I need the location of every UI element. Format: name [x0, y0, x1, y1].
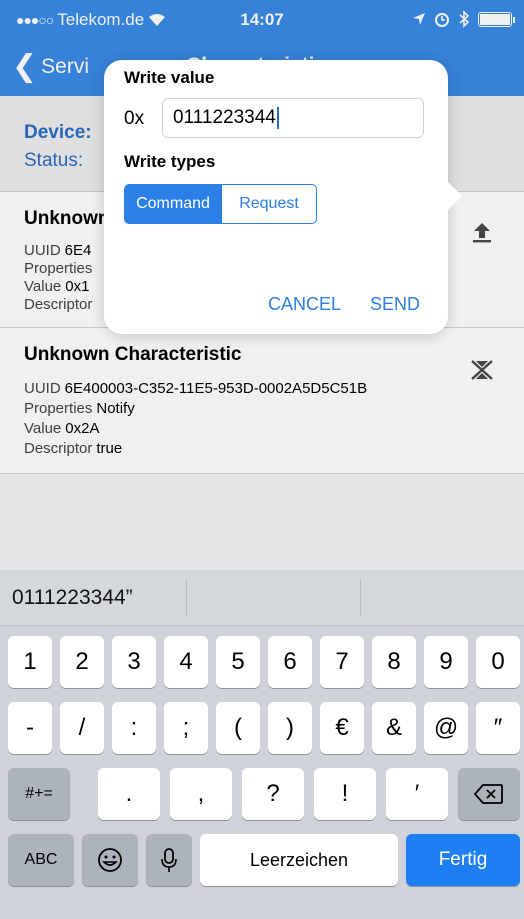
key-slash[interactable]: /	[60, 702, 104, 754]
write-types-title: Write types	[124, 152, 216, 171]
key-colon[interactable]: :	[112, 702, 156, 754]
key-hyphen[interactable]: -	[8, 702, 52, 754]
key-9[interactable]: 9	[424, 636, 468, 688]
key-ampersand[interactable]: &	[372, 702, 416, 754]
key-6[interactable]: 6	[268, 636, 312, 688]
key-2[interactable]: 2	[60, 636, 104, 688]
key-semicolon[interactable]: ;	[164, 702, 208, 754]
key-5[interactable]: 5	[216, 636, 260, 688]
symbols-key[interactable]: #+=	[8, 768, 70, 820]
segment-command[interactable]: Command	[125, 185, 221, 223]
emoji-icon	[98, 848, 122, 872]
key-at[interactable]: @	[424, 702, 468, 754]
segment-request[interactable]: Request	[221, 185, 316, 223]
key-euro[interactable]: €	[320, 702, 364, 754]
key-quote[interactable]: ″	[476, 702, 520, 754]
key-0[interactable]: 0	[476, 636, 520, 688]
suggestion-bar: 0111223344”	[0, 570, 524, 626]
send-button[interactable]: SEND	[370, 294, 420, 315]
emoji-key[interactable]	[82, 834, 138, 886]
dialog-title: Write value	[124, 68, 215, 87]
suggestion-divider	[360, 580, 361, 616]
dictation-key[interactable]	[146, 834, 192, 886]
key-1[interactable]: 1	[8, 636, 52, 688]
done-key[interactable]: Fertig	[406, 834, 520, 886]
cancel-button[interactable]: CANCEL	[268, 294, 341, 315]
key-comma[interactable]: ,	[170, 768, 232, 820]
key-paren-open[interactable]: (	[216, 702, 260, 754]
backspace-icon	[474, 784, 503, 804]
space-key[interactable]: Leerzeichen	[200, 834, 398, 886]
value-input-text: 0111223344	[173, 107, 276, 128]
suggestion-divider	[186, 580, 187, 616]
hex-prefix: 0x	[124, 108, 145, 129]
value-input[interactable]: 0111223344	[162, 98, 424, 138]
key-period[interactable]: .	[98, 768, 160, 820]
key-apostrophe[interactable]: ′	[386, 768, 448, 820]
write-value-dialog: Write value 0x 0111223344 Write types Co…	[104, 60, 462, 334]
key-8[interactable]: 8	[372, 636, 416, 688]
popover-arrow	[448, 182, 462, 210]
microphone-icon	[161, 848, 177, 872]
key-exclamation[interactable]: !	[314, 768, 376, 820]
key-4[interactable]: 4	[164, 636, 208, 688]
key-paren-close[interactable]: )	[268, 702, 312, 754]
key-7[interactable]: 7	[320, 636, 364, 688]
keyboard: 0111223344” 1 2 3 4 5 6 7 8 9 0 - / : ; …	[0, 570, 524, 919]
suggestion-item[interactable]: 0111223344”	[12, 570, 133, 626]
backspace-key[interactable]	[458, 768, 520, 820]
abc-key[interactable]: ABC	[8, 834, 74, 886]
text-caret	[276, 107, 279, 129]
key-question[interactable]: ?	[242, 768, 304, 820]
key-3[interactable]: 3	[112, 636, 156, 688]
write-type-segmented: Command Request	[124, 184, 317, 224]
